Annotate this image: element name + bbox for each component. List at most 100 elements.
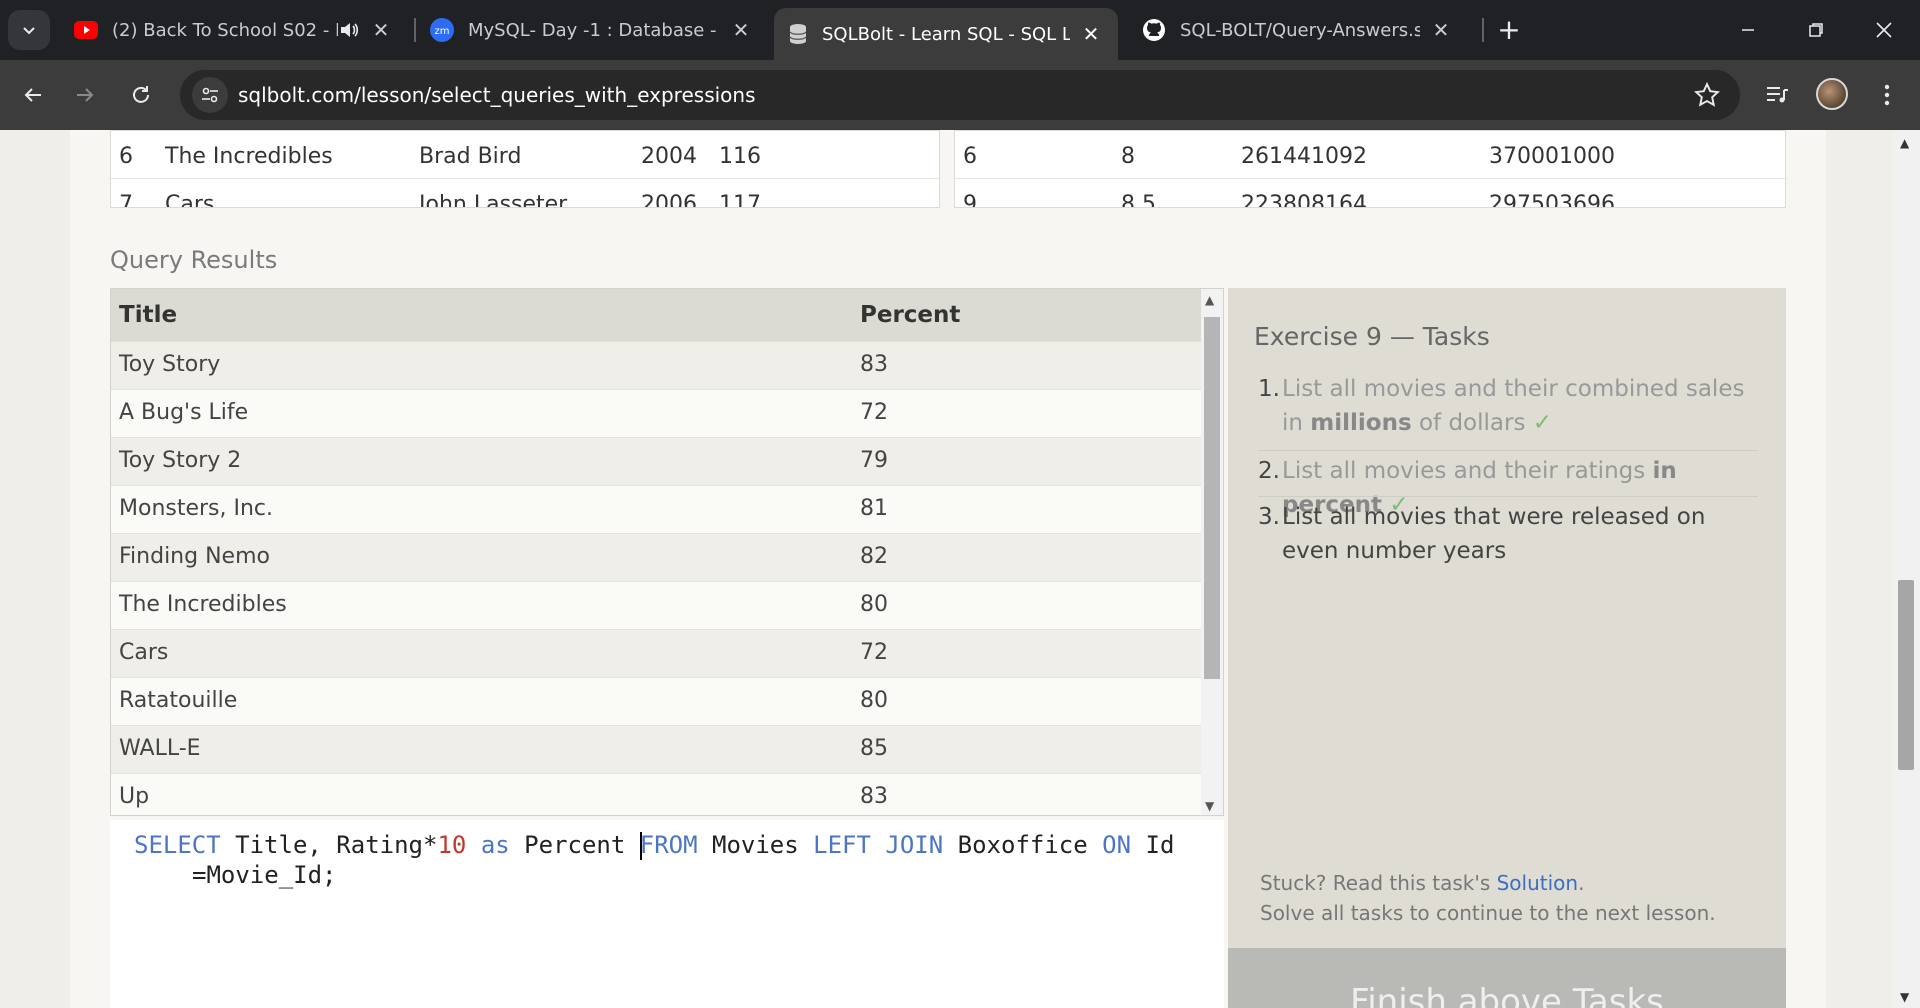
task-text: List all movies and their combined sales… [1282,372,1768,440]
solution-hint: Stuck? Read this task's Solution. Solve … [1260,868,1716,928]
sql-text: Id [1131,831,1175,859]
speaker-icon[interactable] [338,19,360,41]
cell-director: Brad Bird [419,144,522,169]
profile-avatar[interactable] [1816,78,1848,110]
task-divider [1258,496,1758,497]
table-row: Toy Story 83 [111,341,1203,389]
task-divider [1258,450,1758,451]
exercise-tasks-panel: Exercise 9 — Tasks 1. List all movies an… [1228,288,1786,1008]
task-text: List all movies that were released on ev… [1282,504,1706,564]
table-row: The Incredibles 80 [111,581,1203,629]
cell-percent: 82 [860,544,888,569]
stuck-line: Stuck? Read this task's Solution. [1260,868,1716,898]
cell-length: 117 [719,192,761,208]
sql-text: Movies [697,831,814,859]
table-row: Finding Nemo 82 [111,533,1203,581]
scroll-up-icon[interactable]: ▲ [1900,136,1909,150]
reload-button[interactable] [122,76,160,114]
page-scrollbar[interactable]: ▲ ▼ [1892,130,1920,1008]
close-tab-icon[interactable]: ✕ [368,17,394,43]
tab-zoom-mysql[interactable]: zm MySQL- Day -1 : Database - My ✕ [416,8,768,52]
cell-percent: 72 [860,640,888,665]
new-tab-icon[interactable]: + [1494,13,1524,46]
close-tab-icon[interactable]: ✕ [1428,17,1454,43]
browser-toolbar: sqlbolt.com/lesson/select_queries_with_e… [0,60,1920,130]
continue-hint: Solve all tasks to continue to the next … [1260,901,1716,925]
menu-button[interactable] [1870,78,1904,112]
tab-sqlbolt[interactable]: SQLBolt - Learn SQL - SQL Lesso ✕ [774,8,1118,60]
cell-title: Toy Story 2 [119,448,242,473]
more-vert-icon [1884,84,1890,106]
scrollbar-thumb[interactable] [1898,580,1914,770]
zoom-icon: zm [430,18,454,42]
tab-title: SQL-BOLT/Query-Answers.sql a [1180,19,1420,41]
task-number: 2. [1258,458,1280,484]
tab-search-button[interactable] [8,10,50,50]
scroll-up-icon[interactable]: ▲ [1205,293,1214,307]
task-item-3: 3. List all movies that were released on… [1258,500,1768,568]
results-scrollbar[interactable]: ▲ ▼ [1201,289,1223,815]
site-info-button[interactable] [192,77,228,113]
column-header-percent: Percent [860,302,961,328]
browser-tab-strip: (2) Back To School S02 - Ep ✕ zm MySQL- … [0,0,1920,60]
boxoffice-table: 6 8 261441092 370001000 9 8.5 223808164 … [954,130,1786,208]
forward-button[interactable] [66,76,104,114]
url-text[interactable]: sqlbolt.com/lesson/select_queries_with_e… [238,83,756,107]
cell-title: WALL-E [119,736,201,761]
lesson-page: 6 The Incredibles Brad Bird 2004 116 7 C… [70,130,1826,1008]
cell-title: Cars [119,640,169,665]
exercise-heading: Exercise 9 — Tasks [1254,322,1490,351]
cell-title: The Incredibles [119,592,287,617]
sql-keyword: SELECT [134,831,221,859]
bookmark-star-icon[interactable] [1694,82,1720,108]
close-tab-icon[interactable]: ✕ [728,17,754,43]
svg-text:zm: zm [435,26,450,37]
sql-keyword: FROM [639,831,698,859]
chevron-down-icon [23,27,35,35]
playlist-music-icon [1767,87,1788,103]
finish-tasks-button[interactable]: Finish above Tasks [1228,948,1786,1008]
sql-editor[interactable]: SELECT Title, Rating*10 as Percent FROM … [110,820,1224,1008]
github-icon [1143,19,1165,41]
cell-rating: 8 [1121,144,1135,169]
close-window-button[interactable] [1852,0,1916,60]
cell-rating: 8.5 [1121,192,1156,208]
task-item-1: 1. List all movies and their combined sa… [1258,372,1768,440]
task-number: 1. [1258,376,1280,402]
minimize-icon [1742,29,1754,31]
minimize-button[interactable] [1716,0,1780,60]
scroll-down-icon[interactable]: ▼ [1205,799,1214,813]
cell-title: Finding Nemo [119,544,270,569]
tab-github[interactable]: SQL-BOLT/Query-Answers.sql a ✕ [1128,8,1468,52]
table-row: WALL-E 85 [111,725,1203,773]
close-tab-icon[interactable]: ✕ [1078,21,1104,47]
cell-movie-id: 9 [963,192,977,208]
movies-table: 6 The Incredibles Brad Bird 2004 116 7 C… [110,130,940,208]
scrollbar-thumb[interactable] [1204,317,1220,679]
media-control-button[interactable] [1760,78,1794,112]
sql-keyword: ON [1102,831,1132,859]
cell-international-sales: 297503696 [1489,192,1615,208]
cell-director: John Lasseter [419,192,568,208]
tab-divider [1482,18,1484,42]
restore-button[interactable] [1784,0,1848,60]
back-button[interactable] [14,76,52,114]
tab-youtube[interactable]: (2) Back To School S02 - Ep ✕ [60,8,408,52]
sqlbolt-icon [789,24,807,44]
table-row: 9 8.5 223808164 297503696 [955,181,1785,208]
table-row: Monsters, Inc. 81 [111,485,1203,533]
youtube-icon [74,21,98,39]
table-row: A Bug's Life 72 [111,389,1203,437]
sql-text: Percent [509,831,640,859]
cell-year: 2004 [641,144,697,169]
solution-link[interactable]: Solution [1497,871,1578,895]
cell-length: 116 [719,144,761,169]
table-row: 6 8 261441092 370001000 [955,133,1785,179]
scroll-down-icon[interactable]: ▼ [1900,990,1909,1004]
tab-title: (2) Back To School S02 - Ep [112,19,338,41]
sql-text: Boxoffice [943,831,1103,859]
address-bar[interactable]: sqlbolt.com/lesson/select_queries_with_e… [180,70,1740,120]
cell-percent: 85 [860,736,888,761]
cell-title: The Incredibles [165,144,333,169]
